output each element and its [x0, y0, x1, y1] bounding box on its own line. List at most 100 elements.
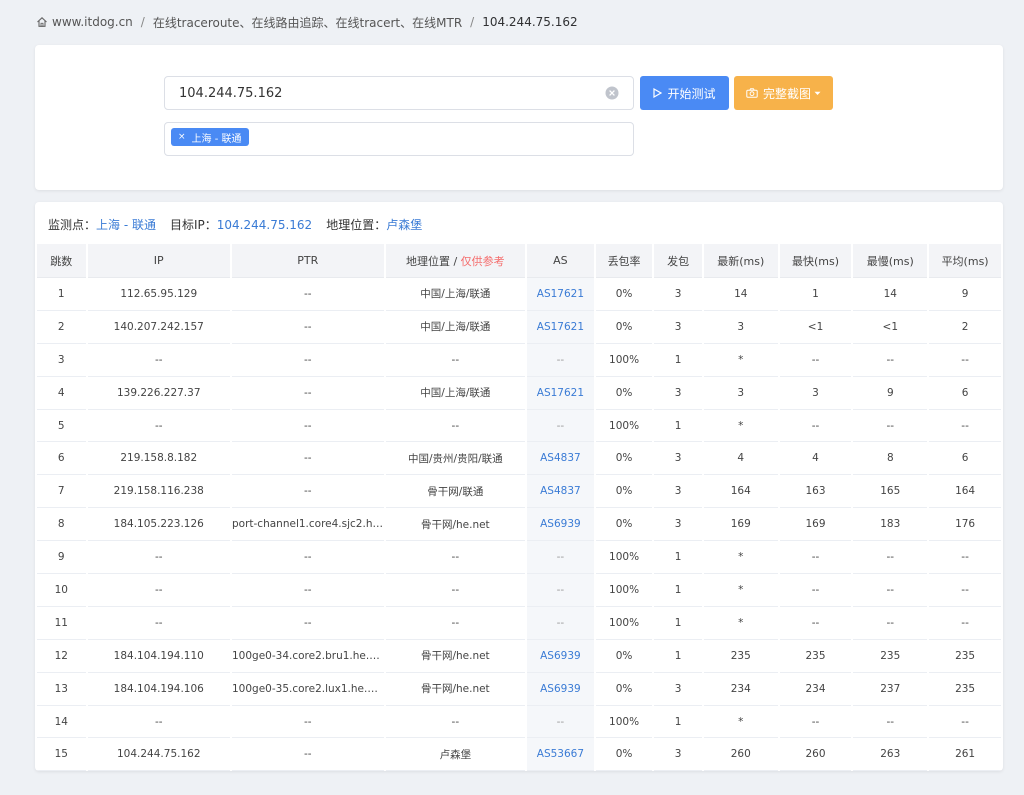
cell-best: -- — [779, 607, 852, 640]
col-worst: 最慢(ms) — [853, 244, 928, 278]
breadcrumb-home-link[interactable]: www.itdog.cn — [52, 15, 133, 29]
cell-sent: 3 — [654, 278, 702, 311]
cell-last: 235 — [703, 640, 778, 673]
target-ip-value: 104.244.75.162 — [216, 217, 313, 232]
col-geo-label: 地理位置 / — [405, 254, 461, 268]
cell-sent: 1 — [654, 344, 702, 377]
table-row: 12 184.104.194.110 100ge0-34.core2.bru1.he… — [37, 639, 1001, 673]
cell-ptr: -- — [232, 541, 384, 575]
cell-as[interactable]: AS4837 — [527, 475, 594, 509]
cell-loss: 0% — [595, 377, 653, 410]
cell-worst: <1 — [853, 311, 928, 344]
cell-worst: -- — [853, 410, 928, 443]
cell-last: 169 — [703, 508, 778, 542]
cell-as[interactable]: AS17621 — [527, 310, 594, 344]
cell-avg: -- — [929, 410, 1001, 443]
cell-ptr: -- — [232, 410, 384, 443]
cell-hop: 15 — [37, 738, 86, 771]
cell-hop: 8 — [37, 508, 86, 542]
node-value: 上海 - 联通 — [96, 218, 156, 232]
cell-ip: 219.158.116.238 — [87, 475, 230, 509]
cell-as[interactable]: AS6939 — [527, 508, 594, 542]
cell-last: 3 — [703, 311, 778, 344]
table-row: 10 -- -- -- -- 100% 1 * -- -- -- — [37, 574, 1001, 607]
cell-geo: 卢森堡 — [385, 738, 526, 771]
cell-best: 163 — [779, 475, 852, 509]
cell-hop: 9 — [37, 541, 86, 575]
cell-hop: 13 — [37, 673, 86, 706]
breadcrumb-current: 104.244.75.162 — [482, 15, 578, 29]
cell-last: * — [703, 410, 778, 443]
cell-sent: 1 — [654, 706, 702, 739]
cell-sent: 3 — [654, 311, 702, 344]
start-test-button[interactable]: 开始测试 — [640, 76, 729, 110]
table-row: 14 -- -- -- -- 100% 1 * -- -- -- — [37, 705, 1001, 739]
clear-icon[interactable] — [605, 86, 619, 100]
cell-sent: 1 — [654, 607, 702, 640]
close-icon[interactable]: × — [178, 132, 186, 142]
col-geo: 地理位置 / 仅供参考 — [385, 244, 526, 278]
cell-avg: -- — [929, 706, 1001, 739]
cell-sent: 3 — [654, 377, 702, 410]
cell-as: -- — [527, 574, 594, 607]
cell-avg: -- — [929, 541, 1001, 575]
cell-as[interactable]: AS6939 — [527, 672, 594, 706]
cell-loss: 0% — [595, 640, 653, 673]
cell-avg: 2 — [929, 311, 1001, 344]
cell-best: 235 — [779, 640, 852, 673]
cell-as[interactable]: AS53667 — [527, 738, 594, 771]
cell-ptr: 100ge0-35.core2.lux1.he.net — [232, 673, 384, 706]
cell-sent: 3 — [654, 673, 702, 706]
cell-ip: 139.226.227.37 — [87, 377, 230, 410]
cell-hop: 1 — [37, 278, 86, 311]
cell-avg: 9 — [929, 278, 1001, 311]
cell-worst: -- — [853, 541, 928, 575]
breadcrumb-section-link[interactable]: 在线traceroute、在线路由追踪、在线tracert、在线MTR — [153, 14, 462, 31]
col-sent: 发包 — [654, 244, 702, 278]
cell-ptr: -- — [232, 344, 384, 377]
node-select[interactable]: × 上海 - 联通 — [164, 122, 634, 156]
target-input[interactable] — [179, 85, 605, 101]
cell-best: 1 — [779, 278, 852, 311]
cell-as[interactable]: AS17621 — [527, 278, 594, 311]
cell-ip: 112.65.95.129 — [87, 278, 230, 311]
cell-ip: 140.207.242.157 — [87, 311, 230, 344]
cell-as[interactable]: AS6939 — [527, 639, 594, 673]
cell-loss: 100% — [595, 410, 653, 443]
cell-hop: 3 — [37, 344, 86, 377]
cell-as[interactable]: AS4837 — [527, 442, 594, 476]
cell-ip: 184.104.194.106 — [87, 673, 230, 706]
target-input-wrapper — [164, 76, 634, 110]
cell-hop: 7 — [37, 475, 86, 509]
result-card: 监测点： 上海 - 联通 目标IP： 104.244.75.162 地理位置： … — [35, 202, 1003, 771]
cell-hop: 6 — [37, 442, 86, 476]
table-row: 9 -- -- -- -- 100% 1 * -- -- -- — [37, 541, 1001, 575]
cell-last: * — [703, 706, 778, 739]
cell-hop: 10 — [37, 574, 86, 607]
cell-best: -- — [779, 541, 852, 575]
cell-loss: 0% — [595, 738, 653, 771]
cell-geo: 中国/贵州/贵阳/联通 — [385, 442, 526, 476]
cell-hop: 11 — [37, 607, 86, 640]
cell-sent: 1 — [654, 640, 702, 673]
cell-last: * — [703, 541, 778, 575]
cell-avg: 261 — [929, 738, 1001, 771]
cell-sent: 1 — [654, 541, 702, 575]
cell-ip: -- — [87, 607, 230, 640]
cell-loss: 0% — [595, 475, 653, 509]
cell-worst: 183 — [853, 508, 928, 542]
cell-last: * — [703, 607, 778, 640]
table-row: 15 104.244.75.162 -- 卢森堡 AS53667 0% 3 260 260 263… — [37, 738, 1001, 771]
result-info: 监测点： 上海 - 联通 目标IP： 104.244.75.162 地理位置： … — [48, 216, 436, 233]
cell-sent: 3 — [654, 508, 702, 542]
cell-best: 3 — [779, 377, 852, 410]
cell-ptr: -- — [232, 738, 384, 771]
cell-as[interactable]: AS17621 — [527, 376, 594, 410]
play-icon — [653, 88, 663, 98]
cell-ptr: -- — [232, 706, 384, 739]
cell-hop: 4 — [37, 377, 86, 410]
screenshot-button[interactable]: 完整截图 — [734, 76, 833, 110]
start-test-label: 开始测试 — [667, 86, 716, 101]
home-icon[interactable] — [36, 16, 48, 28]
breadcrumb-separator: / — [470, 15, 475, 29]
